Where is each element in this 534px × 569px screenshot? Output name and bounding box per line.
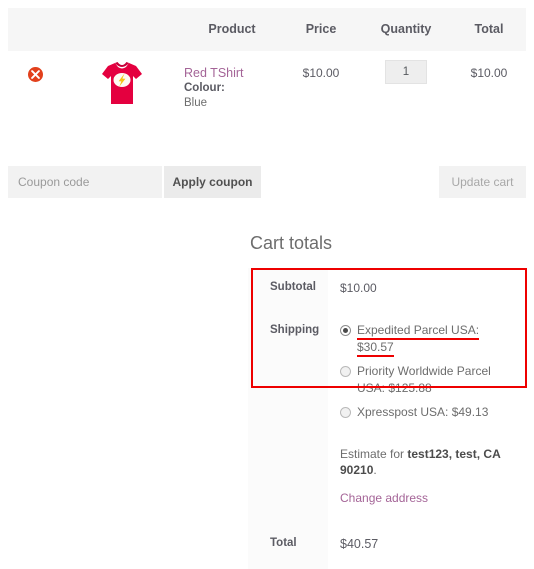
apply-coupon-button[interactable]: Apply coupon [164, 166, 261, 198]
cart-totals-panel: Cart totals Subtotal $10.00 Shipping Exp… [248, 232, 528, 569]
subtotal-value: $10.00 [328, 268, 528, 308]
remove-x-icon[interactable] [27, 67, 43, 82]
cart-row-remove-cell [8, 51, 62, 145]
cart-header-quantity: Quantity [380, 22, 432, 36]
cart-totals-title: Cart totals [250, 233, 333, 253]
list-item[interactable]: Xpresspost USA: $49.13 [340, 404, 518, 421]
cart-row-price: $10.00 [282, 51, 360, 145]
order-total-label: Total [248, 521, 328, 569]
shop-cart-table: Product Price Quantity Total Red TShirt … [8, 8, 526, 145]
coupon-code-input[interactable] [8, 166, 162, 198]
totals-row-shipping: Shipping Expedited Parcel USA: $30.57 Pr… [248, 308, 528, 431]
cart-table-body: Red TShirt Colour: Blue $10.00 $10.00 [8, 51, 526, 145]
totals-row-subtotal: Subtotal $10.00 [248, 268, 528, 308]
variation-value: Blue [184, 97, 208, 109]
product-variation: Colour: Blue [184, 81, 282, 111]
shipping-method-list: Expedited Parcel USA: $30.57 Priority Wo… [340, 322, 518, 421]
cart-row-product-cell: Red TShirt Colour: Blue [182, 51, 282, 145]
totals-row-total: Total $40.57 [248, 521, 528, 569]
estimate-spacer [248, 431, 328, 521]
cart-header-total: Total [474, 22, 504, 36]
shipping-options-cell: Expedited Parcel USA: $30.57 Priority Wo… [328, 308, 528, 431]
quantity-stepper[interactable] [385, 60, 427, 84]
cart-table-head: Product Price Quantity Total [8, 8, 526, 51]
cart-totals-table: Subtotal $10.00 Shipping Expedited Parce… [248, 268, 528, 569]
table-row: Red TShirt Colour: Blue $10.00 $10.00 [8, 51, 526, 145]
radio-xpresspost-usa[interactable] [340, 407, 351, 418]
list-item[interactable]: Expedited Parcel USA: $30.57 [340, 322, 518, 357]
radio-expedited-parcel-usa[interactable] [340, 325, 351, 336]
cart-header-remove [8, 8, 62, 51]
shipping-estimate-text: Estimate for test123, test, CA 90210. [340, 446, 518, 478]
cart-row-quantity-cell [360, 51, 452, 145]
list-item[interactable]: Priority Worldwide Parcel USA: $125.88 [340, 363, 518, 397]
cart-header-price: Price [305, 22, 337, 36]
totals-row-estimate: Estimate for test123, test, CA 90210. Ch… [248, 431, 528, 521]
variation-label: Colour: [184, 82, 225, 94]
update-cart-button[interactable]: Update cart [439, 166, 526, 198]
estimate-prefix: Estimate for [340, 447, 408, 461]
cart-actions-row: Apply coupon Update cart [8, 166, 526, 198]
order-total-value: $40.57 [328, 521, 528, 569]
cart-header-thumb [62, 8, 182, 51]
shipping-option-label[interactable]: Expedited Parcel USA: $30.57 [357, 323, 480, 357]
cart-row-total: $10.00 [452, 51, 526, 145]
estimate-suffix: . [373, 463, 377, 477]
cart-row-thumbnail-cell [62, 51, 182, 145]
shipping-option-label[interactable]: Priority Worldwide Parcel USA: $125.88 [357, 364, 491, 395]
subtotal-label: Subtotal [248, 268, 328, 308]
cart-table-header-row: Product Price Quantity Total [8, 8, 526, 51]
shipping-label: Shipping [248, 308, 328, 431]
product-name-link[interactable]: Red TShirt [184, 66, 282, 81]
red-tshirt-flash-logo-image[interactable] [100, 59, 144, 107]
cart-header-product: Product [208, 22, 256, 36]
change-address-link[interactable]: Change address [340, 491, 428, 505]
estimate-cell: Estimate for test123, test, CA 90210. Ch… [328, 431, 528, 521]
radio-priority-worldwide-parcel-usa[interactable] [340, 366, 351, 377]
shipping-option-label[interactable]: Xpresspost USA: $49.13 [357, 405, 488, 419]
